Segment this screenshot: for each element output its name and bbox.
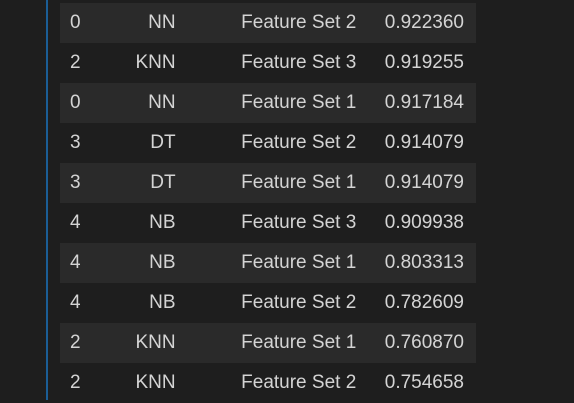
table-row: 4 NB Feature Set 3 0.909938 (60, 203, 476, 243)
score-cell: 0.914079 (384, 132, 464, 153)
model-cell: NB (149, 212, 176, 233)
feature-set-cell: Feature Set 1 (241, 92, 357, 113)
table-row: 2 KNN Feature Set 2 0.754658 (60, 363, 476, 403)
score-cell: 0.919255 (384, 52, 464, 73)
table-row: 2 KNN Feature Set 1 0.760870 (60, 323, 476, 363)
row-index: 0 (70, 12, 81, 33)
model-cell: NB (149, 252, 176, 273)
score-cell: 0.909938 (384, 212, 464, 233)
table-row: 4 NB Feature Set 2 0.782609 (60, 283, 476, 323)
score-cell: 0.782609 (384, 292, 464, 313)
feature-set-cell: Feature Set 2 (241, 292, 357, 313)
table-row: 3 DT Feature Set 2 0.914079 (60, 123, 476, 163)
model-cell: KNN (135, 332, 176, 353)
row-index: 4 (70, 212, 81, 233)
model-cell: NN (148, 12, 176, 33)
score-cell: 0.803313 (384, 252, 464, 273)
model-cell: NN (148, 92, 176, 113)
row-index: 3 (70, 172, 81, 193)
model-cell: DT (150, 172, 176, 193)
table-row: 0 NN Feature Set 2 0.922360 (60, 3, 476, 43)
feature-set-cell: Feature Set 3 (241, 212, 357, 233)
output-cell-gutter-line (46, 0, 48, 400)
score-cell: 0.917184 (384, 92, 464, 113)
score-cell: 0.914079 (384, 172, 464, 193)
row-index: 2 (70, 332, 81, 353)
table-row: 0 NN Feature Set 1 0.917184 (60, 83, 476, 123)
row-index: 2 (70, 372, 81, 393)
row-index: 4 (70, 292, 81, 313)
table-row: 2 KNN Feature Set 3 0.919255 (60, 43, 476, 83)
row-index: 3 (70, 132, 81, 153)
feature-set-cell: Feature Set 2 (241, 12, 357, 33)
score-cell: 0.754658 (384, 372, 464, 393)
score-cell: 0.760870 (384, 332, 464, 353)
model-cell: DT (150, 132, 176, 153)
score-cell: 0.922360 (384, 12, 464, 33)
feature-set-cell: Feature Set 1 (241, 252, 357, 273)
model-cell: KNN (135, 372, 176, 393)
feature-set-cell: Feature Set 2 (241, 132, 357, 153)
dataframe-output-table: 0 NN Feature Set 2 0.922360 2 KNN Featur… (60, 3, 476, 403)
table-row: 3 DT Feature Set 1 0.914079 (60, 163, 476, 203)
feature-set-cell: Feature Set 1 (241, 172, 357, 193)
feature-set-cell: Feature Set 1 (241, 332, 357, 353)
table-row: 4 NB Feature Set 1 0.803313 (60, 243, 476, 283)
feature-set-cell: Feature Set 2 (241, 372, 357, 393)
model-cell: KNN (135, 52, 176, 73)
row-index: 4 (70, 252, 81, 273)
feature-set-cell: Feature Set 3 (241, 52, 357, 73)
row-index: 2 (70, 52, 81, 73)
model-cell: NB (149, 292, 176, 313)
row-index: 0 (70, 92, 81, 113)
